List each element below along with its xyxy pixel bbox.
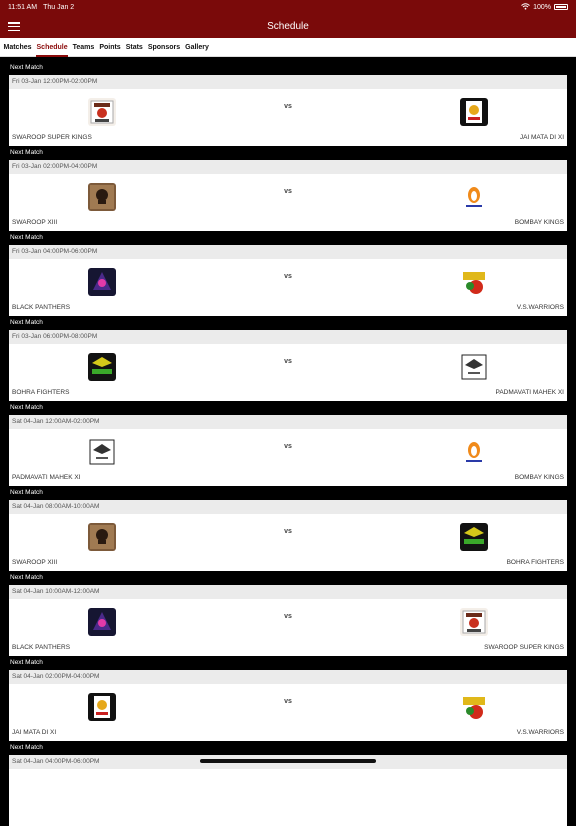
match-item[interactable]: Next Match Sat 04-Jan 12:00AM-02:00PM vs PA…	[9, 401, 567, 486]
match-item[interactable]: Next Match Sat 04-Jan 02:00PM-04:00PM vs JA…	[9, 656, 567, 741]
next-match-label: Next Match	[10, 64, 43, 71]
match-datetime: Sat 04-Jan 12:00AM-02:00PM	[9, 415, 567, 429]
match-datetime: Fri 03-Jan 02:00PM-04:00PM	[9, 160, 567, 174]
home-team-name: JAI MATA DI XI	[12, 729, 57, 736]
match-card[interactable]: Sat 04-Jan 10:00AM-12:00AM vs BLACK PANTHE…	[9, 585, 567, 656]
away-team-name: V.S.WARRIORS	[516, 729, 564, 736]
next-match-label: Next Match	[10, 744, 43, 751]
status-bar: 11:51 AM Thu Jan 2 100%	[0, 0, 576, 14]
home-team-name: PADMAVATI MAHEK XI	[12, 474, 81, 481]
match-card[interactable]: Fri 03-Jan 02:00PM-04:00PM vs SWAROOP XIII…	[9, 160, 567, 231]
match-item[interactable]: Next Match Fri 03-Jan 06:00PM-08:00PM vs BO…	[9, 316, 567, 401]
match-datetime: Sat 04-Jan 08:00AM-10:00AM	[9, 500, 567, 514]
next-match-label: Next Match	[10, 319, 43, 326]
home-indicator[interactable]	[200, 759, 376, 763]
tab-bar: Matches Schedule Teams Points Stats Sponsors G…	[0, 38, 576, 57]
away-team-name: JAI MATA DI XI	[519, 134, 564, 141]
tab-stats[interactable]: Stats	[125, 38, 143, 57]
home-team-name: BLACK PANTHERS	[12, 304, 71, 311]
away-team-logo[interactable]	[460, 608, 488, 636]
home-team-name: SWAROOP XIII	[12, 559, 58, 566]
battery-percent: 100%	[533, 3, 551, 11]
match-card[interactable]: Fri 03-Jan 04:00PM-06:00PM vs BLACK PANTHE…	[9, 245, 567, 316]
wifi-icon	[521, 2, 530, 12]
match-datetime: Sat 04-Jan 10:00AM-12:00AM	[9, 585, 567, 599]
page-title: Schedule	[267, 20, 309, 32]
away-team-name: BOHRA FIGHTERS	[506, 559, 564, 566]
away-team-logo[interactable]	[460, 183, 488, 211]
match-body: vs BLACK PANTHERS SWAROOP SUPER KINGS	[9, 599, 567, 656]
away-team-logo[interactable]	[460, 353, 488, 381]
match-datetime: Fri 03-Jan 04:00PM-06:00PM	[9, 245, 567, 259]
match-body: vs JAI MATA DI XI V.S.WARRIORS	[9, 684, 567, 741]
match-body: vs BLACK PANTHERS V.S.WARRIORS	[9, 259, 567, 316]
match-body: vs SWAROOP XIII BOHRA FIGHTERS	[9, 514, 567, 571]
away-team-name: BOMBAY KINGS	[514, 219, 564, 226]
tab-gallery[interactable]: Gallery	[185, 38, 210, 57]
away-team-name: PADMAVATI MAHEK XI	[495, 389, 564, 396]
home-team-name: SWAROOP SUPER KINGS	[12, 134, 92, 141]
next-match-label: Next Match	[10, 149, 43, 156]
away-team-name: V.S.WARRIORS	[516, 304, 564, 311]
match-card[interactable]: Sat 04-Jan 04:00PM-06:00PM	[9, 755, 567, 826]
battery-icon	[554, 4, 568, 10]
away-team-logo[interactable]	[460, 268, 488, 296]
match-card[interactable]: Fri 03-Jan 06:00PM-08:00PM vs BOHRA FIGHTE…	[9, 330, 567, 401]
away-team-logo[interactable]	[460, 438, 488, 466]
next-match-label: Next Match	[10, 489, 43, 496]
away-team-logo[interactable]	[460, 693, 488, 721]
home-team-name: BOHRA FIGHTERS	[12, 389, 70, 396]
away-team-logo[interactable]	[460, 523, 488, 551]
match-item[interactable]: Next Match Sat 04-Jan 04:00PM-06:00PM	[9, 741, 567, 826]
next-match-label: Next Match	[10, 404, 43, 411]
match-item[interactable]: Next Match Fri 03-Jan 02:00PM-04:00PM vs SW…	[9, 146, 567, 231]
away-team-name: SWAROOP SUPER KINGS	[484, 644, 564, 651]
nav-bar: Schedule	[0, 14, 576, 38]
match-card[interactable]: Fri 03-Jan 12:00PM-02:00PM vs SWAROOP SUPE…	[9, 75, 567, 146]
status-date: Thu Jan 2	[43, 3, 75, 11]
match-body: vs SWAROOP SUPER KINGS JAI MATA DI XI	[9, 89, 567, 146]
match-body: vs BOHRA FIGHTERS PADMAVATI MAHEK XI	[9, 344, 567, 401]
away-team-logo[interactable]	[460, 98, 488, 126]
match-card[interactable]: Sat 04-Jan 08:00AM-10:00AM vs SWAROOP XIII…	[9, 500, 567, 571]
home-team-name: SWAROOP XIII	[12, 219, 58, 226]
tab-teams[interactable]: Teams	[72, 38, 95, 57]
match-body: vs SWAROOP XIII BOMBAY KINGS	[9, 174, 567, 231]
home-team-name: BLACK PANTHERS	[12, 644, 71, 651]
match-item[interactable]: Next Match Fri 03-Jan 04:00PM-06:00PM vs BL…	[9, 231, 567, 316]
tab-points[interactable]: Points	[99, 38, 121, 57]
match-card[interactable]: Sat 04-Jan 12:00AM-02:00PM vs PADMAVATI MA…	[9, 415, 567, 486]
next-match-label: Next Match	[10, 659, 43, 666]
match-item[interactable]: Next Match Fri 03-Jan 12:00PM-02:00PM vs SW…	[9, 61, 567, 146]
schedule-list: Next Match Fri 03-Jan 12:00PM-02:00PM vs SW…	[9, 61, 567, 826]
menu-icon[interactable]	[8, 22, 20, 31]
match-datetime: Fri 03-Jan 06:00PM-08:00PM	[9, 330, 567, 344]
match-body	[9, 769, 567, 826]
next-match-label: Next Match	[10, 234, 43, 241]
status-time: 11:51 AM	[8, 3, 38, 11]
match-card[interactable]: Sat 04-Jan 02:00PM-04:00PM vs JAI MATA DI …	[9, 670, 567, 741]
match-item[interactable]: Next Match Sat 04-Jan 10:00AM-12:00AM vs BL…	[9, 571, 567, 656]
match-item[interactable]: Next Match Sat 04-Jan 08:00AM-10:00AM vs SW…	[9, 486, 567, 571]
match-datetime: Fri 03-Jan 12:00PM-02:00PM	[9, 75, 567, 89]
tab-matches[interactable]: Matches	[3, 38, 32, 57]
match-body: vs PADMAVATI MAHEK XI BOMBAY KINGS	[9, 429, 567, 486]
tab-schedule[interactable]: Schedule	[36, 38, 69, 57]
away-team-name: BOMBAY KINGS	[514, 474, 564, 481]
tab-sponsors[interactable]: Sponsors	[147, 38, 180, 57]
next-match-label: Next Match	[10, 574, 43, 581]
match-datetime: Sat 04-Jan 02:00PM-04:00PM	[9, 670, 567, 684]
